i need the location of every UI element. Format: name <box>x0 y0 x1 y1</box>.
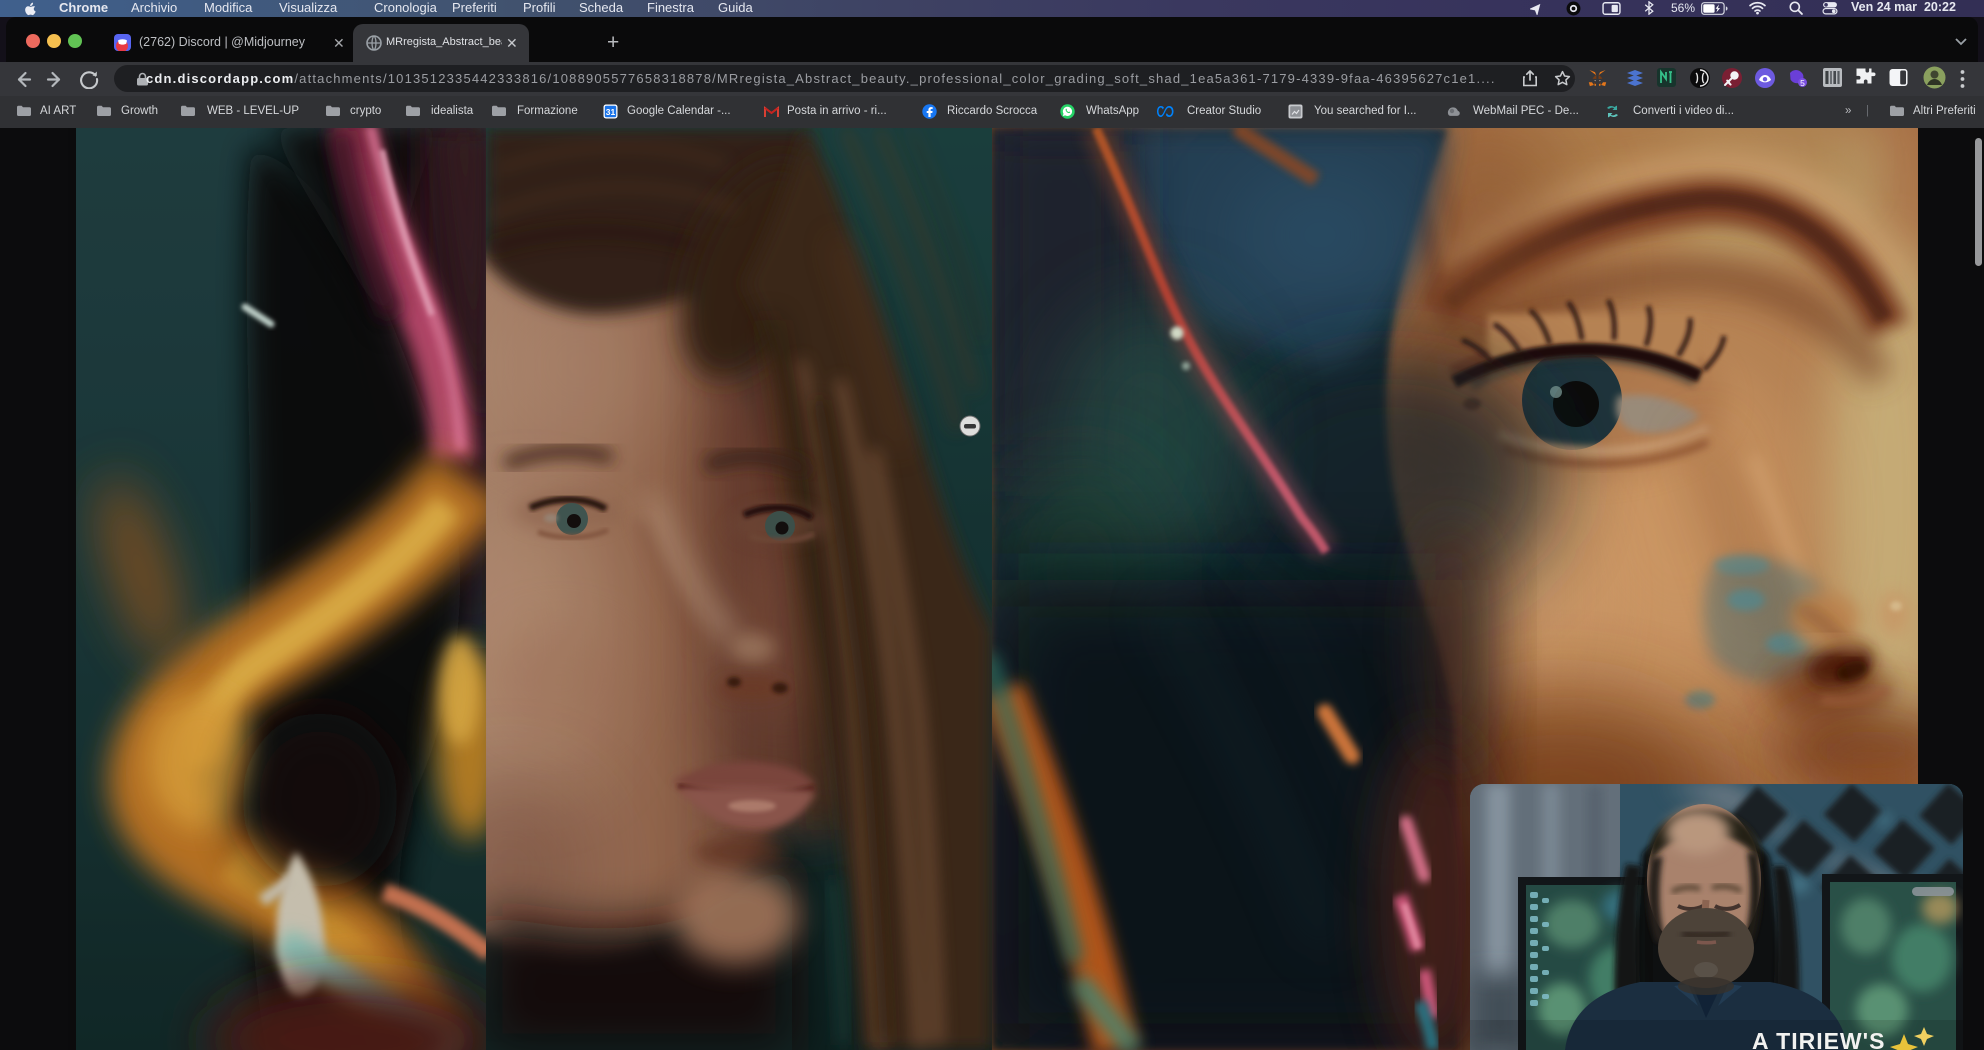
svg-text:A TIRIEW'S: A TIRIEW'S <box>1752 1028 1885 1050</box>
svg-text:5: 5 <box>1800 78 1805 88</box>
svg-text:31: 31 <box>606 107 616 117</box>
